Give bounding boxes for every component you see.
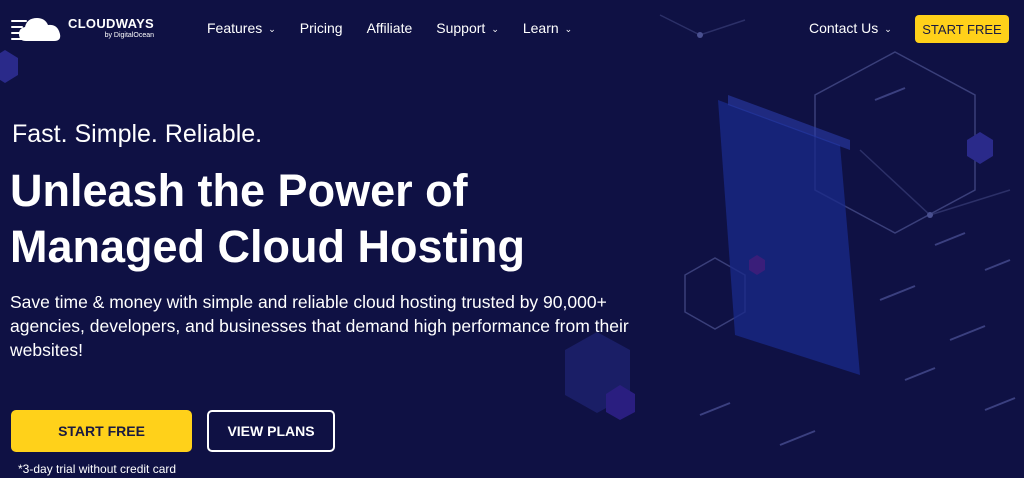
- hero-description: Save time & money with simple and reliab…: [10, 292, 629, 360]
- hero-tagline: Fast. Simple. Reliable.: [12, 120, 263, 148]
- logo-brand-name: CLOUDWAYS: [68, 16, 155, 31]
- nav-item-features[interactable]: Features ⌄: [207, 20, 276, 36]
- hexagon-cube: [967, 132, 993, 164]
- main-menu: Features ⌄ Pricing Affiliate Support ⌄ Lea…: [207, 20, 596, 36]
- hero-headline-line-2: Managed Cloud Hosting: [10, 221, 525, 272]
- logo-subtitle: by DigitalOcean: [104, 32, 155, 39]
- nav-item-pricing[interactable]: Pricing: [300, 20, 343, 36]
- nav-item-label: Features: [207, 20, 263, 36]
- nav-item-label: Learn: [522, 20, 559, 36]
- nav-item-affiliate[interactable]: Affiliate: [367, 20, 413, 36]
- trial-note: *3-day trial without credit card: [18, 462, 177, 476]
- view-plans-button[interactable]: VIEW PLANS: [207, 410, 335, 452]
- nav-item-label: Support: [436, 20, 486, 36]
- network-node: [927, 212, 933, 218]
- nav-item-learn[interactable]: Learn ⌄: [523, 20, 572, 36]
- network-line: [859, 149, 1011, 216]
- logo[interactable]: CLOUDWAYS by DigitalOcean: [10, 13, 154, 43]
- hero-headline: Unleash the Power of Managed Cloud Hosti…: [10, 163, 630, 275]
- chevron-down-icon: ⌄: [491, 24, 499, 34]
- chevron-down-icon: ⌄: [884, 24, 892, 34]
- nav-item-label: Pricing: [299, 20, 343, 36]
- nav-item-support[interactable]: Support ⌄: [436, 20, 499, 36]
- nav-item-label: Affiliate: [366, 20, 413, 36]
- start-free-button[interactable]: START FREE: [11, 410, 192, 452]
- chevron-down-icon: ⌄: [268, 24, 276, 34]
- top-navigation: CLOUDWAYS by DigitalOcean Features ⌄ Pric…: [0, 0, 1024, 56]
- cloud-icon: [11, 18, 61, 41]
- contact-label: Contact Us: [809, 20, 879, 36]
- nav-start-free-button[interactable]: START FREE: [915, 15, 1009, 43]
- chevron-down-icon: ⌄: [564, 24, 573, 34]
- hero-headline-line-1: Unleash the Power of: [10, 165, 468, 216]
- nav-item-contact-us[interactable]: Contact Us ⌄: [809, 20, 892, 36]
